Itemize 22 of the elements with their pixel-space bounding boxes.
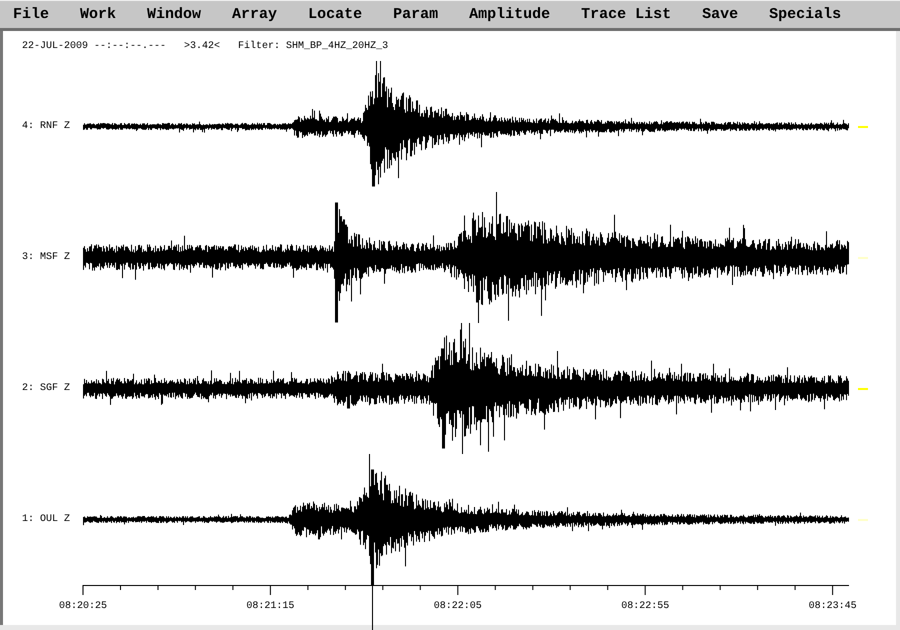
time-label: 08:21:15: [246, 601, 294, 612]
menu-item[interactable]: Locate: [308, 6, 362, 23]
menu-item[interactable]: Specials: [769, 6, 842, 23]
menu-item[interactable]: Save: [702, 6, 738, 23]
trace-label: 1: OUL Z: [22, 514, 72, 525]
trace-label: 2: SGF Z: [22, 383, 72, 394]
trace-label: 4: RNF Z: [22, 121, 72, 132]
date-time-text: 22-JUL-2009 --:--:--.---: [22, 41, 166, 54]
menu-item[interactable]: Work: [80, 6, 116, 23]
menu-item[interactable]: File: [13, 6, 50, 23]
menu-item[interactable]: Array: [232, 6, 278, 23]
time-label: 08:23:45: [808, 601, 857, 612]
time-label: 08:22:05: [434, 601, 482, 612]
menu-item[interactable]: Amplitude: [469, 6, 550, 23]
menu-item[interactable]: Trace List: [581, 6, 672, 23]
filter-text: Filter: SHM_BP_4HZ_20HZ_3: [238, 41, 388, 54]
trace-label: 3: MSF Z: [22, 252, 72, 263]
value-text: >3.42<: [184, 41, 220, 54]
time-label: 08:22:55: [621, 601, 670, 612]
menu-item[interactable]: Param: [393, 6, 438, 23]
time-label: 08:20:25: [59, 601, 107, 612]
menu-item[interactable]: Window: [147, 6, 202, 23]
